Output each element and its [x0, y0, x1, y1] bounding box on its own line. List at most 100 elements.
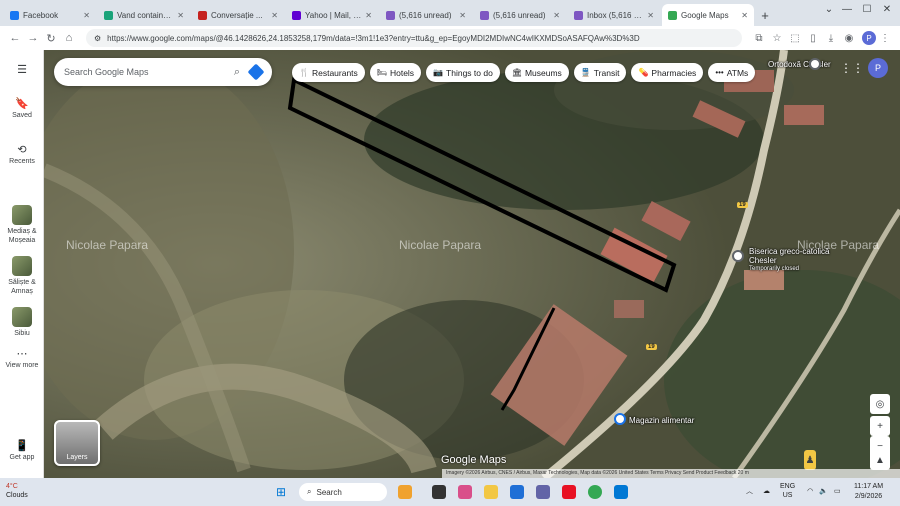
sidebar-panel-icon[interactable]: ▯ [804, 33, 822, 44]
browser-tab[interactable]: Facebook ✕ [4, 4, 96, 26]
profile-avatar[interactable]: P [862, 31, 876, 45]
browser-tab[interactable]: Google Maps ✕ [662, 4, 754, 26]
taskbar-app-icon[interactable] [398, 485, 412, 499]
site-info-icon[interactable]: ⚙ [94, 34, 101, 43]
taskbar-clock[interactable]: 11:17 AM 2/9/2026 [854, 482, 883, 502]
tab-close-icon[interactable]: ✕ [553, 11, 560, 20]
search-icon: ⌕ [307, 487, 312, 496]
hotel-icon: 🛏 [376, 68, 387, 77]
back-arrow-icon[interactable]: ← [6, 32, 24, 44]
shop-label[interactable]: Magazin alimentar [629, 416, 694, 425]
map-attribution[interactable]: Imagery ©2026 Airbus, CNES / Airbus, Max… [442, 469, 900, 478]
chip-museums[interactable]: 🏛 Museums [504, 63, 569, 82]
church-greco-catolica-label[interactable]: Biserica greco-catolică Chesler [749, 247, 839, 265]
browser-tab[interactable]: Yahoo | Mail, Ve...✕ [286, 4, 378, 26]
recent-place-medias[interactable]: Mediaș & Moșeaia [0, 205, 44, 245]
volume-icon[interactable]: 🔈 [819, 487, 828, 495]
church-pin-icon[interactable] [809, 58, 821, 70]
store-icon[interactable] [562, 485, 576, 499]
recent-place-label: Săliște & Amnaș [8, 279, 36, 295]
new-tab-button[interactable]: + [756, 4, 774, 26]
recents-label: Recents [9, 158, 35, 165]
zoom-in-button[interactable]: + [870, 416, 890, 436]
pegman-icon[interactable]: ♟ [804, 450, 816, 470]
tab-close-icon[interactable]: ✕ [177, 11, 184, 20]
browser-tab[interactable]: Vand containere ...✕ [98, 4, 190, 26]
expand-icon[interactable]: ▲ [870, 450, 890, 470]
saved-button[interactable]: 🔖 Saved [0, 99, 44, 120]
chevron-up-icon[interactable]: ︿ [746, 486, 753, 496]
home-icon[interactable]: ⌂ [60, 32, 78, 44]
file-explorer-icon[interactable] [484, 485, 498, 499]
chip-label: Things to do [446, 67, 493, 78]
chip-restaurants[interactable]: 🍴 Restaurants [292, 63, 365, 82]
tab-close-icon[interactable]: ✕ [365, 11, 372, 20]
browser-tab[interactable]: Inbox (5,616 un... ✕ [568, 4, 660, 26]
place-thumbnail [12, 205, 32, 225]
maximize-icon[interactable]: ☐ [856, 4, 878, 15]
menu-dots-icon[interactable]: ⋮ [876, 33, 894, 44]
tab-close-icon[interactable]: ✕ [459, 11, 466, 20]
reload-icon[interactable]: ↻ [42, 32, 60, 45]
task-view-icon[interactable] [432, 485, 446, 499]
satellite-map[interactable]: Nicolae Papara Nicolae Papara Nicolae Pa… [44, 50, 900, 478]
recent-place-sibiu[interactable]: Sibiu [0, 307, 44, 338]
profile-icon[interactable]: ◉ [840, 33, 858, 44]
tab-close-icon[interactable]: ✕ [741, 11, 748, 20]
taskbar-search[interactable]: ⌕ Search [299, 483, 387, 501]
forward-arrow-icon[interactable]: → [24, 32, 42, 44]
onedrive-icon[interactable]: ☁ [763, 487, 770, 495]
search-input[interactable]: Search Google Maps [64, 67, 228, 77]
recent-place-saliste[interactable]: Săliște & Amnaș [0, 256, 44, 296]
taskbar-search-label: Search [316, 487, 342, 497]
bookmark-star-icon[interactable]: ☆ [768, 33, 786, 44]
chip-pharmacies[interactable]: 💊 Pharmacies [631, 63, 704, 82]
chip-things-to-do[interactable]: 📷 Things to do [426, 63, 500, 82]
language-indicator[interactable]: ENG US [780, 482, 795, 500]
recents-button[interactable]: ⟲ Recents [0, 145, 44, 166]
directions-icon[interactable] [247, 63, 265, 81]
tab-favicon-icon [292, 10, 301, 20]
view-more-button[interactable]: ⋯ View more [0, 349, 44, 370]
chip-atms[interactable]: ••• ATMs [708, 63, 756, 82]
apps-grid-icon[interactable]: ⋮⋮ [840, 58, 864, 78]
browser-tab[interactable]: (5,616 unread) ✕ [474, 4, 566, 26]
outlook-icon[interactable] [614, 485, 628, 499]
chip-label: Hotels [389, 67, 415, 78]
shop-pin-icon[interactable] [614, 413, 626, 425]
google-maps-logo: Google Maps [441, 454, 507, 466]
browser-tab[interactable]: (5,616 unread) ✕ [380, 4, 472, 26]
layers-button[interactable]: Layers [54, 420, 100, 466]
chip-hotels[interactable]: 🛏 Hotels [369, 63, 422, 82]
minimize-icon[interactable]: — [836, 4, 858, 15]
language-code: ENG [780, 483, 796, 490]
copilot-icon[interactable] [458, 485, 472, 499]
chrome-icon[interactable] [588, 485, 602, 499]
search-box[interactable]: Search Google Maps ⌕ [54, 58, 272, 86]
extensions-icon[interactable]: ⬚ [786, 33, 804, 44]
install-app-icon[interactable]: ⧉ [750, 33, 768, 44]
recent-place-label: Mediaș & Moșeaia [7, 228, 37, 244]
church-orthodox-label[interactable]: Ortodoxă Chesler [768, 60, 831, 69]
teams-icon[interactable] [536, 485, 550, 499]
chip-transit[interactable]: 🚆 Transit [573, 63, 627, 82]
get-app-button[interactable]: 📱 Get app [0, 441, 44, 462]
url-field[interactable]: ⚙ https://www.google.com/maps/@46.142862… [86, 29, 742, 47]
wifi-icon[interactable]: ◠ [807, 487, 813, 495]
my-location-icon[interactable]: ◎ [870, 394, 890, 414]
menu-button[interactable]: ☰ [0, 65, 44, 77]
church-pin-icon[interactable] [732, 250, 744, 262]
close-window-icon[interactable]: ✕ [876, 4, 898, 15]
browser-tab[interactable]: Conversație ... ✕ [192, 4, 284, 26]
more-icon: ••• [715, 68, 724, 77]
account-avatar[interactable]: P [868, 58, 888, 78]
weather-widget[interactable]: 4°C Clouds [6, 482, 28, 500]
battery-icon[interactable]: ▭ [834, 487, 841, 495]
tab-close-icon[interactable]: ✕ [647, 11, 654, 20]
download-icon[interactable]: ⤓ [822, 33, 840, 44]
tab-close-icon[interactable]: ✕ [271, 11, 278, 20]
edge-icon[interactable] [510, 485, 524, 499]
windows-start-icon[interactable]: ⊞ [276, 485, 286, 499]
search-icon[interactable]: ⌕ [234, 66, 240, 79]
tab-close-icon[interactable]: ✕ [83, 11, 90, 20]
